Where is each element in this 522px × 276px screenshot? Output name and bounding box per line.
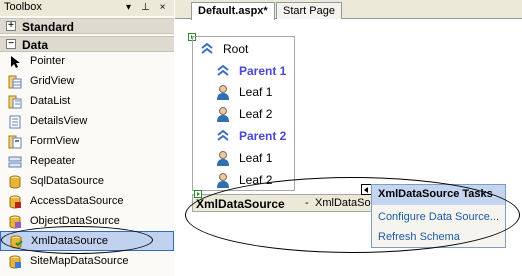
datasource-separator: - (305, 197, 309, 209)
tasks-header: XmlDataSource Tasks (372, 185, 505, 205)
dropdown-arrow-icon[interactable]: ▾ (122, 1, 135, 14)
category-label: Standard (22, 20, 75, 34)
collapse-node-icon (201, 42, 213, 54)
tab-default-aspx[interactable]: Default.aspx* (191, 2, 275, 20)
pin-icon[interactable]: ⊥ (139, 1, 152, 14)
accessdatasource-icon (9, 195, 21, 209)
toolbox-item-label: FormView (30, 135, 80, 147)
toolbox-panel: Toolbox ▾ ⊥ × + Standard − Data Pointer … (0, 0, 174, 276)
pointer-icon (11, 56, 20, 68)
tree-node-label: Root (223, 42, 249, 56)
toolbox-item-label: SqlDataSource (30, 175, 104, 187)
tasks-panel: XmlDataSource Tasks Configure Data Sourc… (371, 184, 506, 248)
collapse-node-icon (217, 129, 229, 141)
toolbox-item-xmldatasource[interactable]: XmlDataSource (0, 231, 174, 251)
document-tab-strip: Default.aspx* Start Page (175, 0, 522, 20)
repeater-icon (8, 156, 22, 168)
toolbox-item-label: GridView (30, 75, 75, 87)
toolbox-item-label: DataList (30, 95, 71, 107)
toolbox-item-repeater[interactable]: Repeater (0, 152, 174, 172)
toolbox-item-label: XmlDataSource (31, 235, 109, 247)
toolbox-item-label: DetailsView (30, 115, 88, 127)
toolbox-item-pointer[interactable]: Pointer (0, 52, 174, 72)
toolbox-title: Toolbox (4, 1, 42, 13)
refresh-schema-link[interactable]: Refresh Schema (378, 231, 460, 243)
toolbox-item-sqldatasource[interactable]: SqlDataSource (0, 172, 174, 192)
toolbox-item-formview[interactable]: FormView (0, 132, 174, 152)
configure-data-source-link[interactable]: Configure Data Source... (378, 211, 499, 223)
gridview-icon (8, 75, 22, 89)
objectdatasource-icon (9, 215, 21, 229)
tree-node-label: Parent 1 (239, 64, 287, 78)
toolbox-item-label: AccessDataSource (30, 195, 124, 207)
tab-start-page[interactable]: Start Page (276, 2, 342, 19)
category-standard[interactable]: + Standard (0, 18, 174, 34)
toolbox-item-label: ObjectDataSource (30, 215, 120, 227)
detailsview-icon (9, 115, 21, 129)
formview-icon (8, 135, 22, 149)
toolbox-item-gridview[interactable]: GridView (0, 72, 174, 92)
category-data[interactable]: − Data (0, 36, 174, 52)
sqldatasource-icon (9, 175, 21, 189)
treeview-control[interactable]: Root Parent 1 Leaf 1 Leaf 2 Parent 2 Lea… (192, 36, 295, 191)
tree-node-label: Leaf 2 (239, 173, 273, 187)
collapse-node-icon (217, 64, 229, 76)
tree-node-label: Parent 2 (239, 129, 287, 143)
collapse-icon[interactable]: − (6, 39, 16, 49)
toolbox-item-label: Pointer (30, 55, 65, 67)
designer-surface: Default.aspx* Start Page Root Parent 1 L… (175, 0, 522, 276)
tree-node-label: Leaf 1 (239, 85, 273, 99)
toolbox-item-objectdatasource[interactable]: ObjectDataSource (0, 212, 174, 232)
tasks-title: XmlDataSource Tasks (378, 188, 493, 200)
toolbox-item-detailsview[interactable]: DetailsView (0, 112, 174, 132)
toolbox-item-sitemapdatasource[interactable]: SiteMapDataSource (0, 252, 174, 272)
tree-node-label: Leaf 1 (239, 151, 273, 165)
tree-node-label: Leaf 2 (239, 107, 273, 121)
datasource-type: XmlDataSource (196, 197, 285, 211)
close-icon[interactable]: × (156, 1, 169, 14)
toolbox-item-datalist[interactable]: DataList (0, 92, 174, 112)
toolbox-item-accessdatasource[interactable]: AccessDataSource (0, 192, 174, 212)
user-icon (217, 107, 229, 122)
category-label: Data (22, 38, 49, 52)
user-icon (217, 173, 229, 188)
expand-icon[interactable]: + (6, 21, 16, 31)
user-icon (217, 151, 229, 166)
xmldatasource-control[interactable]: XmlDataSource - XmlDataSource1 (192, 194, 398, 212)
xmldatasource-icon (10, 235, 23, 249)
datalist-icon (8, 95, 22, 109)
toolbox-item-label: SiteMapDataSource (30, 255, 129, 267)
user-icon (217, 85, 229, 100)
toolbox-title-bar: Toolbox ▾ ⊥ × (0, 0, 174, 16)
toolbox-body: + Standard − Data Pointer GridView DataL… (0, 16, 174, 276)
control-glyph-icon (194, 190, 202, 198)
sitemapdatasource-icon (9, 255, 21, 269)
toolbox-item-label: Repeater (30, 155, 76, 167)
